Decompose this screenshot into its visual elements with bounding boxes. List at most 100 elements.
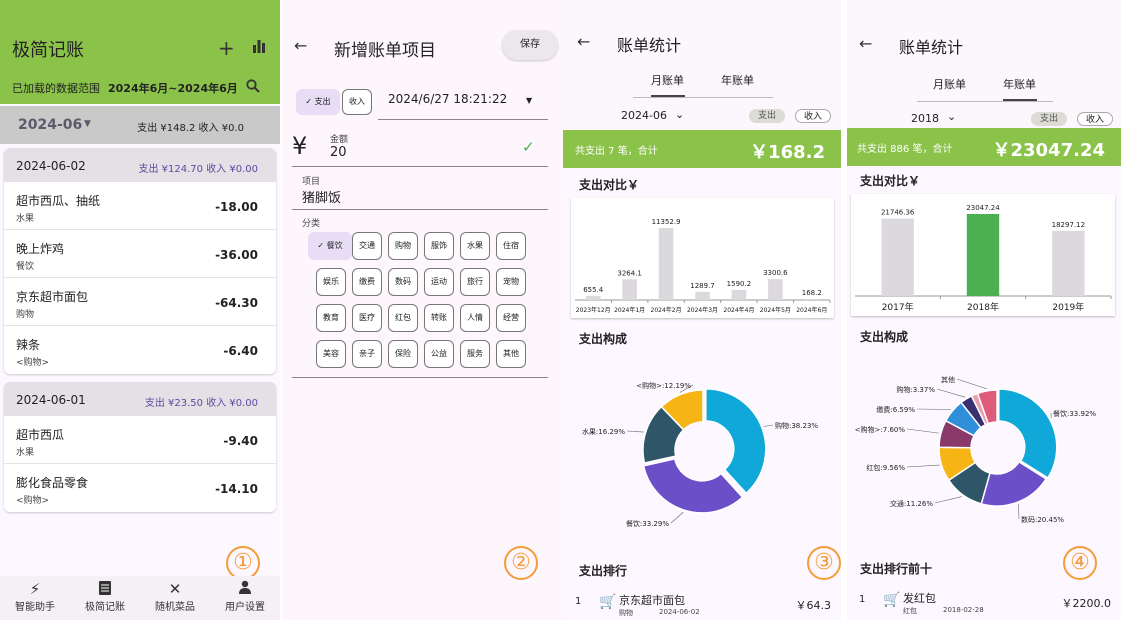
list-item[interactable]: 超市西瓜、抽纸 水果 -18.00 [4,182,276,230]
category-chip[interactable]: 娱乐 [316,268,346,296]
currency-symbol: ¥ [292,132,308,160]
bar-value-label: 18297.12 [1052,221,1085,229]
expense-toggle[interactable]: 支出 [1031,112,1067,126]
tab-month[interactable]: 月账单 [651,72,684,88]
category-chip[interactable]: ✓ 餐饮 [308,232,352,260]
amount-field[interactable]: 20 [330,145,347,160]
category-chip[interactable]: 宠物 [496,268,526,296]
pie-chart-yearly: 餐饮:33.92% 数码:20.45% 交通:11.26% 红包:9.56% <购物>:… [855,375,1097,524]
x-tick-label: 2023年12月 [576,306,611,314]
summary-text: 共支出 7 笔，合计 [575,146,658,157]
search-icon[interactable] [246,78,260,97]
back-arrow-icon[interactable]: ← [577,32,590,51]
expense-toggle[interactable]: 支出 [749,109,785,123]
list-item[interactable]: 超市西瓜 水果 -9.40 [4,416,276,464]
category-chip[interactable]: 缴费 [352,268,382,296]
category-chip[interactable]: 亲子 [352,340,382,368]
nav-item-ledger[interactable]: 极简记账 [70,580,140,613]
tab-month[interactable]: 月账单 [933,76,966,92]
list-item[interactable]: 京东超市面包 购物 -64.30 [4,278,276,326]
back-arrow-icon[interactable]: ← [859,34,872,53]
bar [585,295,601,300]
nav-item-settings[interactable]: 用户设置 [210,580,280,613]
tab-year[interactable]: 年账单 [721,72,754,88]
nav-item-assistant[interactable]: ⚡ 智能助手 [0,580,70,613]
item-name: 膨化食品零食 [16,476,89,490]
expense-label: 支出 [314,97,331,106]
pie-leader-line [763,424,774,427]
day-summary: 支出 ¥23.50 收入 ¥0.00 [144,398,258,409]
add-icon[interactable]: + [218,36,235,60]
list-item[interactable]: 晚上炸鸡 餐饮 -36.00 [4,230,276,278]
expense-chip[interactable]: ✓ 支出 [296,89,340,115]
utensils-icon: ✕ [168,580,182,598]
pie-leader-line [956,378,987,390]
stats-header: ← 账单统计 月账单 年账单 2018 ⌄ 支出 收入 [847,0,1121,130]
bar-value-label: 23047.24 [966,204,1000,212]
category-chip[interactable]: 人情 [460,304,490,332]
nav-label: 极简记账 [85,602,125,613]
app-title: 极简记账 [12,40,84,61]
income-toggle[interactable]: 收入 [795,109,831,123]
chevron-down-icon[interactable]: ⌄ [675,108,684,121]
list-item[interactable]: 膨化食品零食 <购物> -14.10 [4,464,276,512]
month-header[interactable]: 2024-06 ▼ 支出 ¥148.2 收入 ¥0.0 [0,106,280,144]
category-chip[interactable]: 服饰 [424,232,454,260]
datetime-field[interactable]: 2024/6/27 18:21:22 [388,92,507,106]
check-icon: ✓ [522,138,535,156]
category-chip[interactable]: 经营 [496,304,526,332]
period-selector[interactable]: 2024-06 [621,109,667,122]
pie-leader-line [934,496,962,504]
category-chip[interactable]: 运动 [424,268,454,296]
category-chip[interactable]: 医疗 [352,304,382,332]
category-chip[interactable]: 其他 [496,340,526,368]
category-chip[interactable]: 旅行 [460,268,490,296]
category-chip[interactable]: 保险 [388,340,418,368]
category-chip[interactable]: 住宿 [496,232,526,260]
chevron-down-icon[interactable]: ▼ [84,119,91,129]
divider [292,166,548,167]
category-chip[interactable]: 红包 [388,304,418,332]
income-chip[interactable]: 收入 [342,89,372,115]
item-amount: -18.00 [215,200,258,214]
bar [804,298,820,300]
item-field[interactable]: 猪脚饭 [302,187,341,206]
category-chip[interactable]: 数码 [388,268,418,296]
pie-label: 水果:16.29% [582,427,625,436]
category-chip[interactable]: 水果 [460,232,490,260]
category-chip[interactable]: 交通 [352,232,382,260]
cart-icon: 🛒 [883,592,901,608]
item-amount: -36.00 [215,248,258,262]
period-selector[interactable]: 2018 [911,112,939,125]
item-amount: -14.10 [215,482,258,496]
rank-category: 购物 [619,609,633,617]
bar [658,228,674,300]
rank-row[interactable]: 1 🛒 京东超市面包 购物 2024-06-02 ￥64.3 [563,592,841,620]
income-toggle[interactable]: 收入 [1077,112,1113,126]
category-chip[interactable]: 转账 [424,304,454,332]
category-chip[interactable]: 购物 [388,232,418,260]
pie-label: <购物>:12.19% [636,381,691,390]
chart-icon[interactable] [252,38,266,57]
tab-year[interactable]: 年账单 [1003,76,1036,92]
category-chip[interactable]: 公益 [424,340,454,368]
bar [731,289,747,300]
bar-chart-yearly: 21746.36 2017年 23047.24 2018年 18297.12 2019年 [855,204,1112,313]
divider [378,119,548,120]
compose-title: 支出构成 [860,330,909,344]
nav-item-dishes[interactable]: ✕ 随机菜品 [140,580,210,613]
category-chip[interactable]: 服务 [460,340,490,368]
compose-title: 支出构成 [579,332,628,346]
bar [768,279,783,300]
summary-bar: 共支出 886 笔，合计 ￥23047.24 [847,128,1121,166]
list-item[interactable]: 辣条 <购物> -6.40 [4,326,276,374]
category-chip[interactable]: 教育 [316,304,346,332]
bar [695,291,710,300]
category-chip[interactable]: 美容 [316,340,346,368]
back-arrow-icon[interactable]: ← [294,36,307,55]
chevron-down-icon[interactable]: ⌄ [947,110,956,123]
save-button[interactable]: 保存 [502,30,558,60]
page-title: 账单统计 [899,38,964,57]
rank-row[interactable]: 1 🛒 发红包 红包 2018-02-28 ￥2200.0 [847,590,1121,620]
dropdown-icon[interactable]: ▼ [526,96,532,105]
